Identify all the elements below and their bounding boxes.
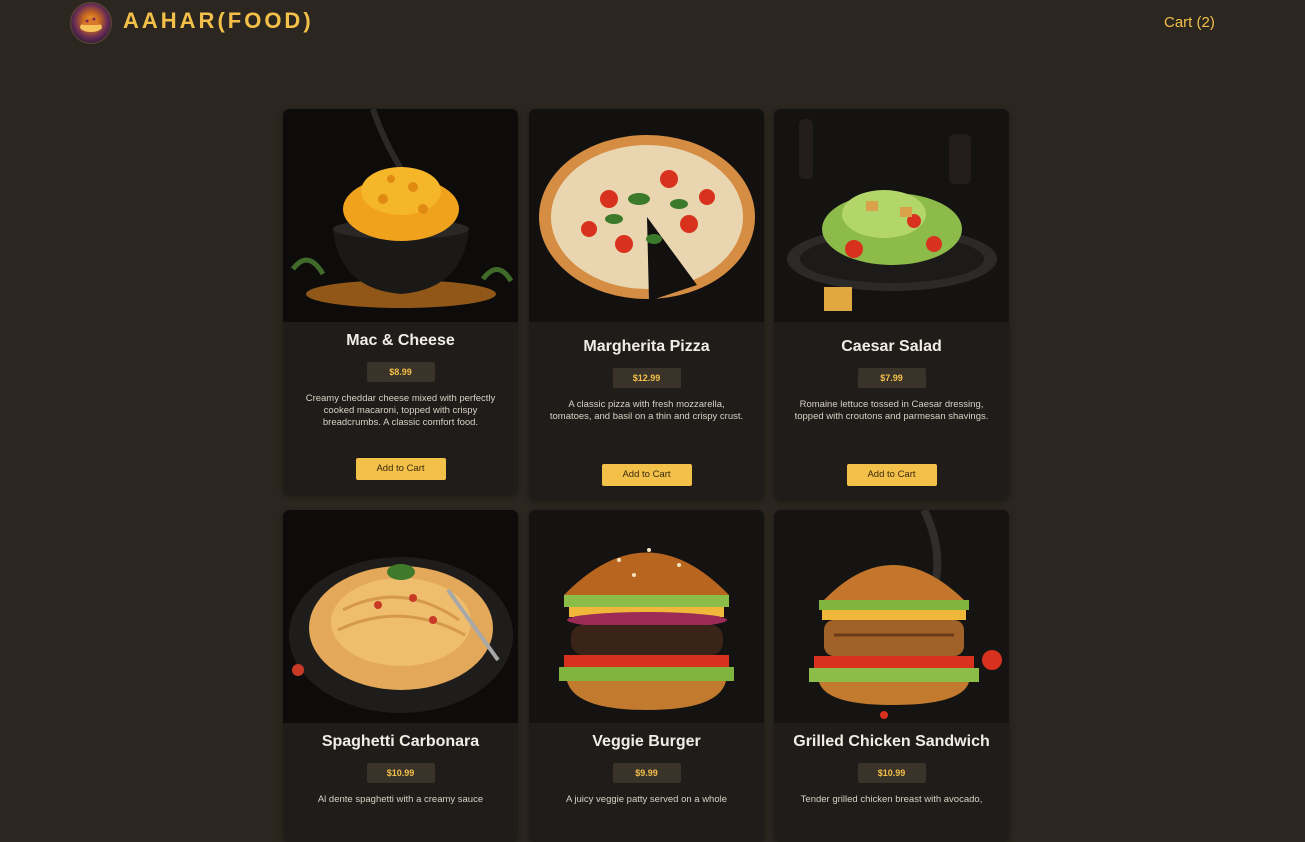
- price-badge: $10.99: [857, 763, 926, 783]
- site-header: AAHAR(FOOD) Cart (2): [0, 0, 1305, 48]
- add-to-cart-button[interactable]: Add to Cart: [601, 464, 692, 486]
- product-name: Grilled Chicken Sandwich: [793, 733, 990, 750]
- pizza-image: [529, 109, 764, 322]
- product-card: Mac & Cheese $8.99 Creamy cheddar cheese…: [283, 109, 518, 494]
- sandwich-image: [774, 510, 1009, 723]
- product-description: A classic pizza with fresh mozzarella, t…: [549, 399, 744, 422]
- product-name: Spaghetti Carbonara: [321, 733, 480, 750]
- price-badge: $9.99: [612, 763, 681, 783]
- add-to-cart-button[interactable]: Add to Cart: [355, 458, 446, 480]
- mac-and-cheese-image: [283, 109, 518, 322]
- product-name: Margherita Pizza: [583, 338, 710, 355]
- product-card: Caesar Salad $7.99 Romaine lettuce tosse…: [774, 109, 1009, 500]
- product-name: Mac & Cheese: [346, 332, 455, 349]
- logo-icon[interactable]: [70, 2, 112, 44]
- product-description: Romaine lettuce tossed in Caesar dressin…: [794, 399, 989, 422]
- product-card: Grilled Chicken Sandwich $10.99 Tender g…: [774, 510, 1009, 842]
- product-description: Tender grilled chicken breast with avoca…: [800, 794, 983, 805]
- product-name: Veggie Burger: [592, 733, 701, 750]
- product-card: Margherita Pizza $12.99 A classic pizza …: [529, 109, 764, 500]
- product-card: Veggie Burger $9.99 A juicy veggie patty…: [529, 510, 764, 842]
- price-badge: $7.99: [857, 368, 926, 388]
- price-badge: $12.99: [612, 368, 681, 388]
- cart-link[interactable]: Cart (2): [1164, 14, 1215, 31]
- brand-name[interactable]: AAHAR(FOOD): [123, 8, 314, 34]
- price-badge: $10.99: [366, 763, 435, 783]
- product-description: A juicy veggie patty served on a whole: [565, 794, 728, 805]
- salad-image: [774, 109, 1009, 322]
- product-card: Spaghetti Carbonara $10.99 Al dente spag…: [283, 510, 518, 842]
- product-description: Al dente spaghetti with a creamy sauce: [317, 794, 484, 805]
- product-name: Caesar Salad: [841, 338, 942, 355]
- product-description: Creamy cheddar cheese mixed with perfect…: [305, 393, 496, 428]
- add-to-cart-button[interactable]: Add to Cart: [846, 464, 937, 486]
- price-badge: $8.99: [366, 362, 435, 382]
- spaghetti-image: [283, 510, 518, 723]
- burger-image: [529, 510, 764, 723]
